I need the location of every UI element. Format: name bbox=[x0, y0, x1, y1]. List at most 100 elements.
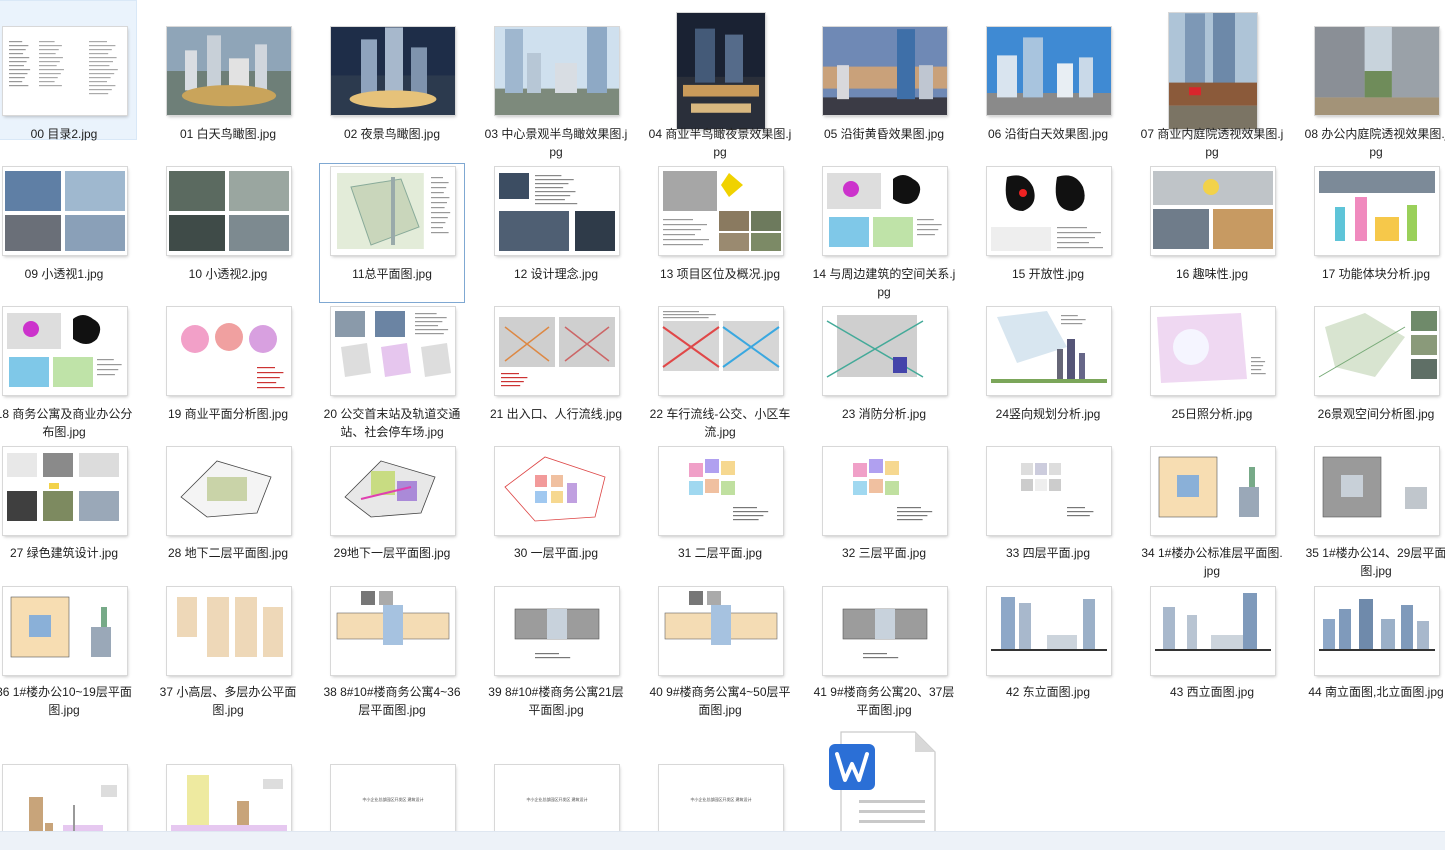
file-name-label: 30 一层平面.jpg bbox=[513, 546, 599, 560]
file-name-label: 23 消防分析.jpg bbox=[841, 407, 927, 421]
file-item[interactable]: 44 南立面图,北立面图.jpg bbox=[1303, 583, 1445, 723]
file-item[interactable]: 05 沿街黄昏效果图.jpg bbox=[811, 0, 957, 141]
file-item[interactable]: 21 出入口、人行流线.jpg bbox=[483, 303, 629, 443]
file-item[interactable]: 15 开放性.jpg bbox=[975, 163, 1121, 303]
file-item[interactable]: 12 设计理念.jpg bbox=[483, 163, 629, 303]
file-item[interactable]: 20 公交首末站及轨道交通站、社会停车场.jpg bbox=[319, 303, 465, 443]
file-item[interactable]: 33 四层平面.jpg bbox=[975, 443, 1121, 583]
thumbnail-image bbox=[495, 167, 619, 255]
file-name-label: 07 商业内庭院透视效果图.jpg bbox=[1140, 127, 1284, 159]
file-name-label: 10 小透视2.jpg bbox=[188, 267, 268, 281]
thumbnail-image bbox=[167, 27, 291, 115]
page-title-text: 中小企业总部园区开发区 建筑设计 bbox=[690, 797, 752, 802]
file-item[interactable]: 10 小透视2.jpg bbox=[155, 163, 301, 303]
thumbnail-image bbox=[987, 27, 1111, 115]
file-item[interactable]: 11总平面图.jpg bbox=[319, 163, 465, 303]
file-item[interactable]: 32 三层平面.jpg bbox=[811, 443, 957, 583]
file-item[interactable]: 43 西立面图.jpg bbox=[1139, 583, 1285, 723]
thumbnail-image bbox=[823, 587, 947, 675]
thumbnail-image bbox=[1151, 167, 1275, 255]
file-name-label: 26景观空间分析图.jpg bbox=[1317, 407, 1435, 421]
file-name-label: 11总平面图.jpg bbox=[352, 267, 432, 281]
thumbnail-image bbox=[677, 13, 765, 129]
file-item[interactable]: 42 东立面图.jpg bbox=[975, 583, 1121, 723]
file-item[interactable]: 27 绿色建筑设计.jpg bbox=[0, 443, 137, 583]
thumbnail-image bbox=[167, 447, 291, 535]
file-name-label: 39 8#10#楼商务公寓21层平面图.jpg bbox=[488, 685, 624, 717]
file-item[interactable]: 31 二层平面.jpg bbox=[647, 443, 793, 583]
file-item[interactable]: 26景观空间分析图.jpg bbox=[1303, 303, 1445, 443]
file-name-label: 08 办公内庭院透视效果图.jpg bbox=[1304, 127, 1445, 159]
file-item[interactable]: 01 白天鸟瞰图.jpg bbox=[155, 0, 301, 141]
file-name-label: 42 东立面图.jpg bbox=[1005, 685, 1091, 699]
file-item[interactable]: 34 1#楼办公标准层平面图.jpg bbox=[1139, 443, 1285, 583]
thumbnail-image bbox=[987, 587, 1111, 675]
file-name-label: 18 商务公寓及商业办公分布图.jpg bbox=[0, 407, 133, 439]
file-item[interactable]: 24竖向规划分析.jpg bbox=[975, 303, 1121, 443]
file-item[interactable]: 23 消防分析.jpg bbox=[811, 303, 957, 443]
word-document-icon bbox=[823, 728, 943, 843]
file-name-label: 09 小透视1.jpg bbox=[24, 267, 104, 281]
file-name-label: 01 白天鸟瞰图.jpg bbox=[179, 127, 277, 141]
file-item[interactable]: 02 夜景鸟瞰图.jpg bbox=[319, 0, 465, 141]
file-item[interactable]: 18 商务公寓及商业办公分布图.jpg bbox=[0, 303, 137, 443]
thumbnail-image bbox=[495, 447, 619, 535]
file-name-label: 00 目录2.jpg bbox=[30, 127, 98, 141]
file-name-label: 04 商业半鸟瞰夜景效果图.jpg bbox=[648, 127, 792, 159]
thumbnail-image bbox=[659, 587, 783, 675]
file-name-label: 31 二层平面.jpg bbox=[677, 546, 763, 560]
file-item[interactable]: 17 功能体块分析.jpg bbox=[1303, 163, 1445, 303]
thumbnail-image bbox=[1315, 27, 1439, 115]
page-title-text: 中小企业总部园区开发区 建筑设计 bbox=[526, 797, 588, 802]
file-item[interactable]: 03 中心景观半鸟瞰效果图.jpg bbox=[483, 0, 629, 159]
thumbnail-image bbox=[331, 447, 455, 535]
file-name-label: 28 地下二层平面图.jpg bbox=[167, 546, 289, 560]
file-item[interactable]: 22 车行流线-公交、小区车流.jpg bbox=[647, 303, 793, 443]
file-name-label: 02 夜景鸟瞰图.jpg bbox=[343, 127, 441, 141]
file-name-label: 33 四层平面.jpg bbox=[1005, 546, 1091, 560]
file-item[interactable]: 39 8#10#楼商务公寓21层平面图.jpg bbox=[483, 583, 629, 723]
page-title-text: 中小企业总部园区开发区 建筑设计 bbox=[362, 797, 424, 802]
thumbnail-image bbox=[331, 587, 455, 675]
file-item[interactable]: 40 9#楼商务公寓4~50层平面图.jpg bbox=[647, 583, 793, 723]
thumbnail-image bbox=[495, 587, 619, 675]
file-item[interactable]: 16 趣味性.jpg bbox=[1139, 163, 1285, 303]
file-item[interactable]: 28 地下二层平面图.jpg bbox=[155, 443, 301, 583]
file-item[interactable]: 14 与周边建筑的空间关系.jpg bbox=[811, 163, 957, 303]
file-item[interactable]: 30 一层平面.jpg bbox=[483, 443, 629, 583]
file-item[interactable]: 09 小透视1.jpg bbox=[0, 163, 137, 303]
file-item[interactable]: 04 商业半鸟瞰夜景效果图.jpg bbox=[647, 0, 793, 159]
thumbnail-image bbox=[167, 167, 291, 255]
file-item[interactable]: 07 商业内庭院透视效果图.jpg bbox=[1139, 0, 1285, 159]
file-name-label: 34 1#楼办公标准层平面图.jpg bbox=[1141, 546, 1283, 578]
file-item[interactable]: 35 1#楼办公14、29层平面图.jpg bbox=[1303, 443, 1445, 583]
thumbnail-image bbox=[1315, 447, 1439, 535]
status-bar bbox=[0, 831, 1445, 850]
thumbnail-image bbox=[3, 447, 127, 535]
file-item[interactable]: 41 9#楼商务公寓20、37层平面图.jpg bbox=[811, 583, 957, 723]
file-item[interactable]: 37 小高层、多层办公平面图.jpg bbox=[155, 583, 301, 723]
file-item[interactable]: 29地下一层平面图.jpg bbox=[319, 443, 465, 583]
thumbnail-image bbox=[1169, 13, 1257, 129]
thumbnail-image bbox=[495, 27, 619, 115]
file-item[interactable]: 36 1#楼办公10~19层平面图.jpg bbox=[0, 583, 137, 723]
file-item[interactable]: 08 办公内庭院透视效果图.jpg bbox=[1303, 0, 1445, 159]
file-item[interactable]: 19 商业平面分析图.jpg bbox=[155, 303, 301, 443]
thumbnail-image bbox=[331, 167, 455, 255]
file-item[interactable]: 25日照分析.jpg bbox=[1139, 303, 1285, 443]
file-name-label: 20 公交首末站及轨道交通站、社会停车场.jpg bbox=[323, 407, 461, 439]
file-name-label: 37 小高层、多层办公平面图.jpg bbox=[159, 685, 297, 717]
file-name-label: 43 西立面图.jpg bbox=[1169, 685, 1255, 699]
thumbnail-image bbox=[987, 307, 1111, 395]
thumbnail-image bbox=[167, 765, 291, 835]
file-item[interactable]: 13 项目区位及概况.jpg bbox=[647, 163, 793, 303]
thumbnail-image bbox=[3, 27, 127, 115]
thumbnail-image bbox=[659, 447, 783, 535]
file-name-label: 14 与周边建筑的空间关系.jpg bbox=[812, 267, 956, 299]
file-item[interactable]: 06 沿街白天效果图.jpg bbox=[975, 0, 1121, 141]
thumbnail-image bbox=[987, 447, 1111, 535]
file-item[interactable]: 38 8#10#楼商务公寓4~36层平面图.jpg bbox=[319, 583, 465, 723]
file-item[interactable]: 00 目录2.jpg bbox=[0, 0, 137, 141]
file-name-label: 32 三层平面.jpg bbox=[841, 546, 927, 560]
thumbnail-image bbox=[823, 27, 947, 115]
